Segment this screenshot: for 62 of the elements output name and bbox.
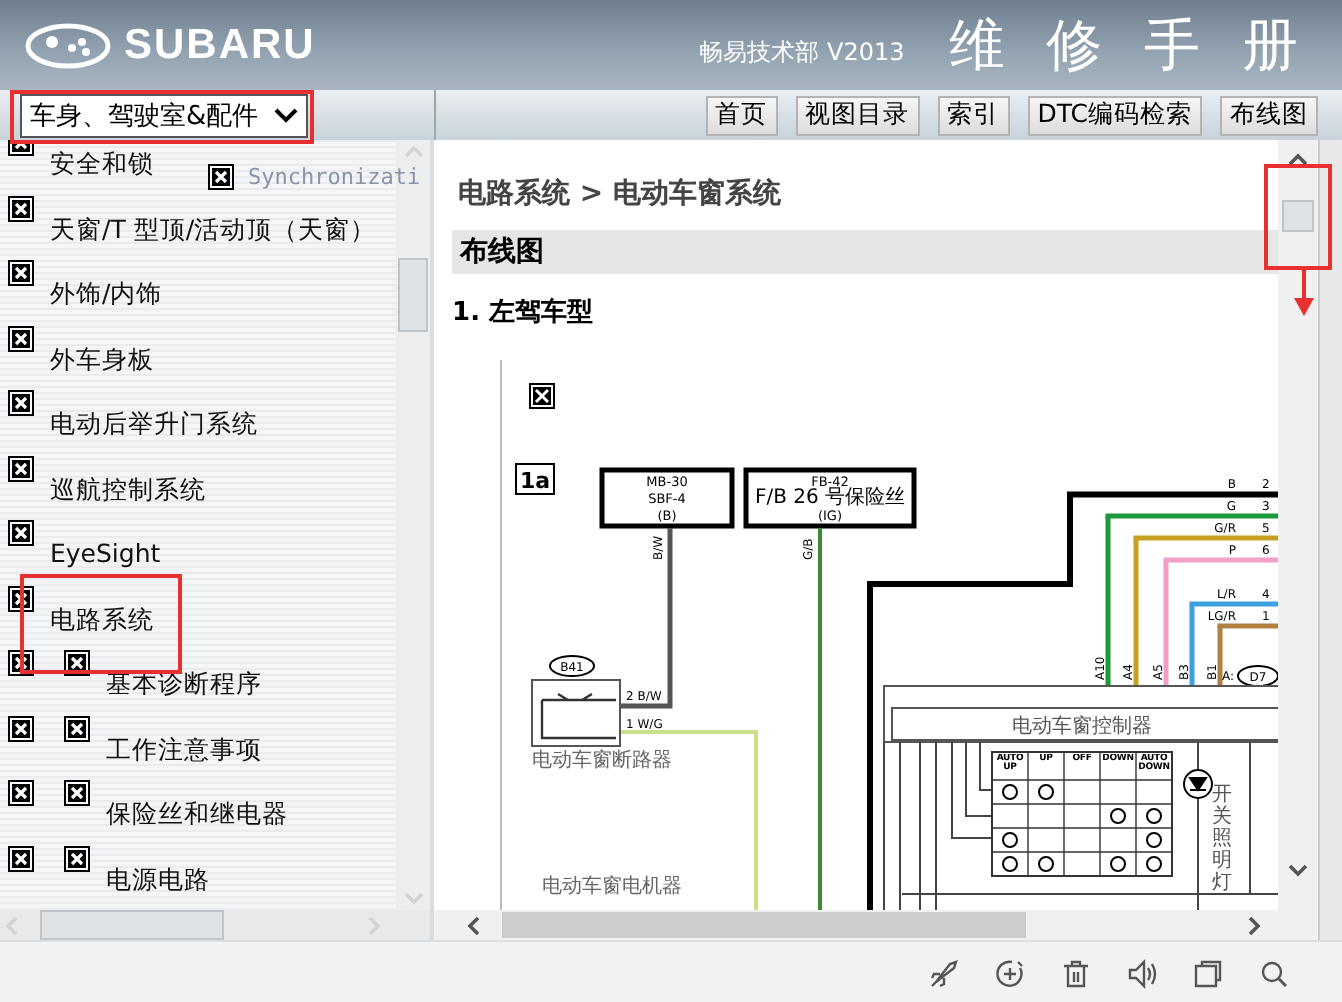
broken-image-icon (64, 780, 90, 806)
section-heading: 1. 左驾车型 (452, 295, 596, 332)
broken-image-icon (8, 845, 34, 871)
trash-icon[interactable] (1060, 957, 1092, 989)
sidebar-item[interactable]: 电源电路 (106, 863, 210, 897)
speaker-icon[interactable] (1126, 957, 1158, 989)
broken-image-icon (8, 195, 34, 221)
broken-image-icon (8, 390, 34, 416)
switch-symbol (531, 679, 622, 747)
sidebar-item[interactable]: 电路系统 (50, 603, 154, 637)
sidebar-item[interactable]: 外车身板 (50, 343, 154, 377)
rocket-icon[interactable] (928, 957, 960, 989)
publisher-label: 畅易技术部 V2013 (699, 36, 905, 70)
highlight-arrow (1292, 270, 1316, 318)
highlight-frame (1264, 164, 1332, 270)
led-symbol (1183, 769, 1214, 799)
sidebar-item[interactable]: 保险丝和继电器 (106, 798, 288, 832)
connector-symbol (549, 655, 596, 677)
compass-plus-icon[interactable] (994, 957, 1026, 989)
nav-button[interactable]: 视图目录 (795, 95, 920, 135)
scrollbar-thumb[interactable] (40, 910, 224, 940)
section-id: 1a (520, 468, 551, 494)
sidebar-item[interactable]: 外饰/内饰 (50, 278, 163, 312)
search-icon[interactable] (1258, 957, 1290, 989)
category-select[interactable]: 车身、驾驶室&配件 (20, 93, 309, 137)
broken-image-icon (8, 520, 34, 546)
app-title: 维 修 手 册 (948, 9, 1298, 81)
nav-button[interactable]: 布线图 (1220, 95, 1318, 135)
sidebar-item[interactable]: 巡航控制系统 (50, 473, 206, 507)
broken-image-icon (8, 325, 34, 351)
sidebar-item[interactable]: 电动后举升门系统 (50, 408, 258, 442)
sidebar-item[interactable]: EyeSight (50, 538, 161, 568)
broken-image-icon (8, 715, 34, 741)
component-label: 电动车窗断路器 (532, 750, 673, 772)
broken-image-icon (64, 715, 90, 741)
component-label: 开关照明灯 (1212, 784, 1233, 894)
fuse-box (599, 467, 735, 529)
sidebar-item[interactable]: 安全和锁 (50, 148, 154, 182)
broken-image-icon (529, 383, 556, 409)
broken-image-icon (8, 780, 34, 806)
broken-image-icon (64, 845, 90, 871)
fuse-label: F/B 26 号保险丝 (755, 487, 906, 509)
broken-image-icon (208, 164, 234, 190)
section-header: 布线图 (452, 230, 1279, 274)
breadcrumb: 电路系统 > 电动车窗系统 (458, 175, 784, 214)
nav-button[interactable]: 首页 (705, 95, 778, 135)
caret-icon (274, 107, 299, 123)
broken-image-icon (8, 455, 34, 481)
scrollbar-thumb[interactable] (502, 912, 1027, 938)
broken-image-icon (8, 260, 34, 286)
logo-icon (24, 21, 112, 69)
component-label: 电动车窗控制器 (1012, 716, 1153, 738)
overlay-text: Synchronizati (248, 164, 421, 190)
brand-name: SUBARU (124, 21, 316, 69)
scrollbar-thumb[interactable] (1282, 199, 1315, 231)
nav-button[interactable]: 索引 (937, 95, 1010, 135)
nav-button[interactable]: DTC编码检索 (1027, 95, 1202, 135)
sidebar-item[interactable]: 工作注意事项 (106, 733, 262, 767)
scrollbar-thumb[interactable] (398, 258, 429, 332)
sidebar-item[interactable]: 天窗/T 型顶/活动顶（天窗） (50, 213, 377, 247)
window-icon[interactable] (1192, 957, 1224, 989)
component-label: 电动车窗电机器 (542, 876, 683, 898)
